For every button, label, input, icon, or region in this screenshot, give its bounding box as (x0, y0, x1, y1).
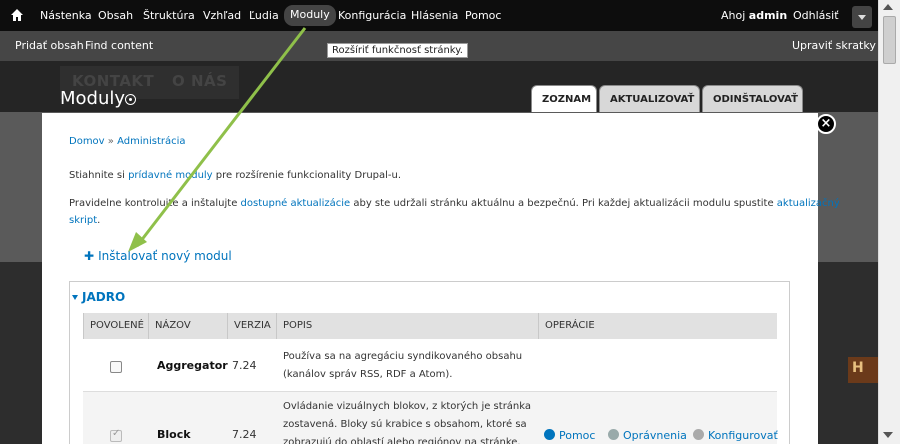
column-header-operations: OPERÁCIE (538, 313, 777, 339)
site-menu-about[interactable]: O NÁS (160, 66, 240, 99)
help-icon (544, 429, 555, 440)
module-name: Block (157, 428, 191, 441)
toolbar-item-appearance[interactable]: Vzhľad (203, 9, 241, 22)
shortcut-add-content[interactable]: Pridať obsah (15, 39, 84, 52)
toolbar-item-configuration[interactable]: Konfigurácia (338, 9, 406, 22)
module-group-legend[interactable]: JADRO (72, 290, 125, 304)
intro-text: pre rozšírenie funkcionality Drupal-u. (215, 170, 402, 181)
page-scrollbar[interactable] (878, 0, 900, 444)
edit-shortcuts-link[interactable]: Upraviť skratky (792, 39, 876, 52)
toolbar-item-people[interactable]: Ľudia (249, 9, 279, 22)
module-description-line: (kanálov správ RSS, RDF a Atom). (283, 369, 453, 380)
module-configure-link[interactable]: Konfigurovať (693, 429, 778, 442)
module-description-line: zobrazujú do oblastí alebo regiónov na s… (283, 437, 521, 444)
module-enable-checkbox[interactable] (110, 361, 122, 373)
legend-label: JADRO (82, 290, 126, 304)
column-header-description: POPIS (276, 313, 538, 339)
toolbar-toggle-button[interactable] (852, 6, 872, 28)
gear-icon (693, 429, 704, 440)
user-greeting: Ahoj admin (721, 9, 788, 22)
column-header-version: VERZIA (227, 313, 276, 339)
breadcrumb-separator: » (107, 136, 114, 147)
module-description-line: Používa sa na agregáciu syndikovaného ob… (283, 351, 523, 362)
shortcut-add-icon[interactable] (125, 94, 136, 105)
install-label: Inštalovať nový modul (98, 249, 232, 263)
toolbar-item-modules[interactable]: Moduly (284, 5, 336, 26)
module-version: 7.24 (232, 428, 257, 441)
shortcut-find-content[interactable]: Find content (85, 39, 153, 52)
admin-toolbar: Nástenka Obsah Štruktúra Vzhľad Ľudia Mo… (0, 0, 878, 31)
toolbar-item-dashboard[interactable]: Nástenka (40, 9, 92, 22)
available-updates-link[interactable]: dostupné aktualizácie (241, 198, 351, 209)
username[interactable]: admin (749, 9, 787, 22)
intro-text: Pravidelne kontrolujte a inštalujte (69, 198, 238, 209)
scroll-up-arrow-icon[interactable] (883, 4, 893, 10)
column-header-name[interactable]: NÁZOV (148, 313, 227, 339)
breadcrumb-home[interactable]: Domov (69, 136, 105, 147)
intro-text: . (97, 215, 101, 226)
column-header-enabled: POVOLENÉ (83, 313, 148, 339)
intro-text: aby ste udržali stránku aktuálnu a bezpe… (353, 198, 774, 209)
page-title: Moduly (60, 88, 126, 109)
intro-line-3: skript. (69, 212, 100, 229)
module-enable-checkbox (110, 428, 122, 442)
module-help-link[interactable]: Pomoc (544, 429, 595, 442)
additional-modules-link[interactable]: prídavné moduly (128, 170, 213, 181)
module-description-line: Ovládanie vizuálnych blokov, z ktorých j… (283, 401, 532, 412)
update-script-link[interactable]: aktualizačný (777, 198, 840, 209)
plus-icon: ✚ (84, 249, 95, 263)
module-name: Aggregator (157, 359, 228, 372)
close-overlay-button[interactable]: × (816, 114, 836, 134)
install-new-module-link[interactable]: ✚ Inštalovať nový modul (84, 249, 232, 263)
scroll-down-arrow-icon[interactable] (883, 432, 893, 438)
scrollbar-thumb[interactable] (883, 16, 896, 64)
op-label: Pomoc (559, 429, 596, 442)
op-label: Konfigurovať (708, 429, 778, 442)
chevron-down-icon (858, 15, 866, 20)
module-version: 7.24 (232, 359, 257, 372)
module-description-line: zostavená. Bloky sú krabice s obsahom, k… (283, 419, 527, 430)
update-script-link-cont[interactable]: skript (69, 215, 97, 226)
intro-text: Stiahnite si (69, 170, 125, 181)
logout-link[interactable]: Odhlásiť (793, 9, 839, 22)
tab-update[interactable]: AKTUALIZOVAŤ (599, 85, 700, 112)
op-label: Oprávnenia (623, 429, 687, 442)
toolbar-item-content[interactable]: Obsah (98, 9, 133, 22)
tab-uninstall[interactable]: ODINŠTALOVAŤ (702, 85, 803, 112)
intro-line-2: Pravidelne kontrolujte a inštalujte dost… (69, 195, 840, 212)
intro-line-1: Stiahnite si prídavné moduly pre rozšíre… (69, 167, 401, 184)
toolbar-item-help[interactable]: Pomoc (465, 9, 501, 22)
breadcrumb-admin[interactable]: Administrácia (117, 136, 185, 147)
tooltip: Rozšíriť funkčnosť stránky. (327, 43, 468, 58)
toolbar-item-reports[interactable]: Hlásenia (411, 9, 458, 22)
site-background-block: H (848, 357, 878, 383)
tab-list[interactable]: ZOZNAM (531, 85, 597, 112)
toolbar-item-structure[interactable]: Štruktúra (143, 9, 195, 22)
close-icon: × (820, 116, 832, 131)
home-icon[interactable] (9, 7, 25, 23)
breadcrumb: Domov » Administrácia (69, 136, 186, 147)
key-icon (608, 429, 619, 440)
module-permissions-link[interactable]: Oprávnenia (608, 429, 687, 442)
collapse-triangle-icon (72, 295, 78, 300)
